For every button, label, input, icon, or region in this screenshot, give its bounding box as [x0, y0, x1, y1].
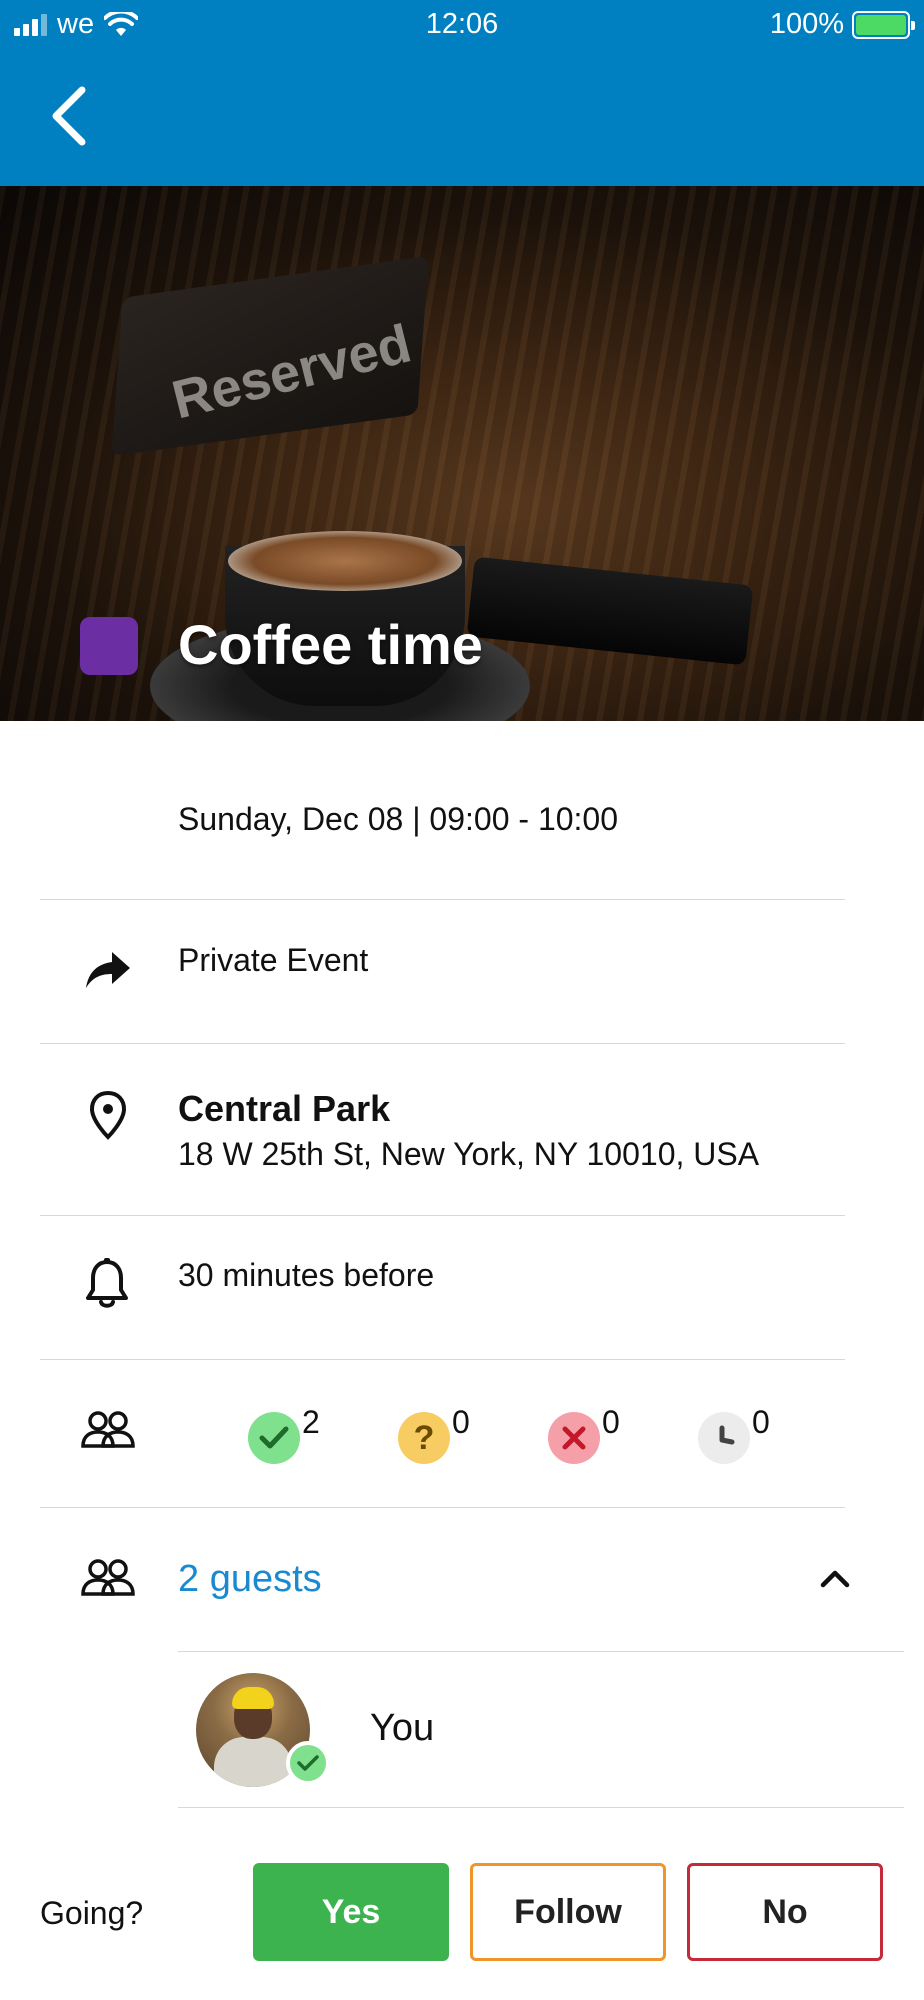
chevron-up-icon[interactable]	[815, 1558, 855, 1598]
location-address[interactable]: 18 W 25th St, New York, NY 10010, USA	[178, 1136, 759, 1173]
battery-icon	[852, 10, 915, 39]
question-icon: ?	[398, 1412, 450, 1464]
divider	[40, 1359, 845, 1360]
event-privacy: Private Event	[178, 942, 369, 978]
event-reminder[interactable]: 30 minutes before	[178, 1257, 434, 1294]
rsvp-maybe-count: ? 0	[398, 1404, 470, 1464]
divider	[40, 1215, 845, 1216]
bell-icon	[86, 1258, 128, 1308]
no-button[interactable]: No	[687, 1863, 883, 1961]
going-question: Going?	[40, 1895, 144, 1931]
x-icon	[548, 1412, 600, 1464]
people-icon	[81, 1411, 135, 1448]
divider	[178, 1807, 904, 1808]
divider	[40, 899, 845, 900]
clock-icon	[698, 1412, 750, 1464]
guest-name: You	[370, 1707, 435, 1749]
location-name[interactable]: Central Park	[178, 1088, 390, 1130]
event-datetime: Sunday, Dec 08 | 09:00 - 10:00	[178, 801, 619, 837]
pending-number: 0	[752, 1404, 770, 1440]
battery-percent: 100%	[769, 8, 844, 40]
rsvp-going-count: 2	[248, 1404, 320, 1464]
maybe-number: 0	[452, 1404, 470, 1440]
event-color-tag	[80, 617, 138, 675]
back-button[interactable]	[40, 80, 96, 152]
going-check-icon	[286, 1741, 330, 1785]
event-title: Coffee time	[178, 613, 483, 676]
status-bar: we 12:06 100%	[0, 0, 924, 50]
follow-button[interactable]: Follow	[470, 1863, 666, 1961]
rsvp-declined-count: 0	[548, 1404, 620, 1464]
rsvp-pending-count: 0	[698, 1404, 770, 1464]
divider	[178, 1651, 904, 1652]
location-pin-icon	[89, 1090, 127, 1140]
going-number: 2	[302, 1404, 320, 1440]
check-icon	[248, 1412, 300, 1464]
declined-number: 0	[602, 1404, 620, 1440]
guests-toggle[interactable]: 2 guests	[178, 1558, 322, 1601]
divider	[40, 1043, 845, 1044]
people-icon	[81, 1559, 135, 1596]
share-icon	[86, 952, 130, 988]
divider	[40, 1507, 845, 1508]
app-header: we 12:06 100%	[0, 0, 924, 186]
yes-button[interactable]: Yes	[253, 1863, 449, 1961]
